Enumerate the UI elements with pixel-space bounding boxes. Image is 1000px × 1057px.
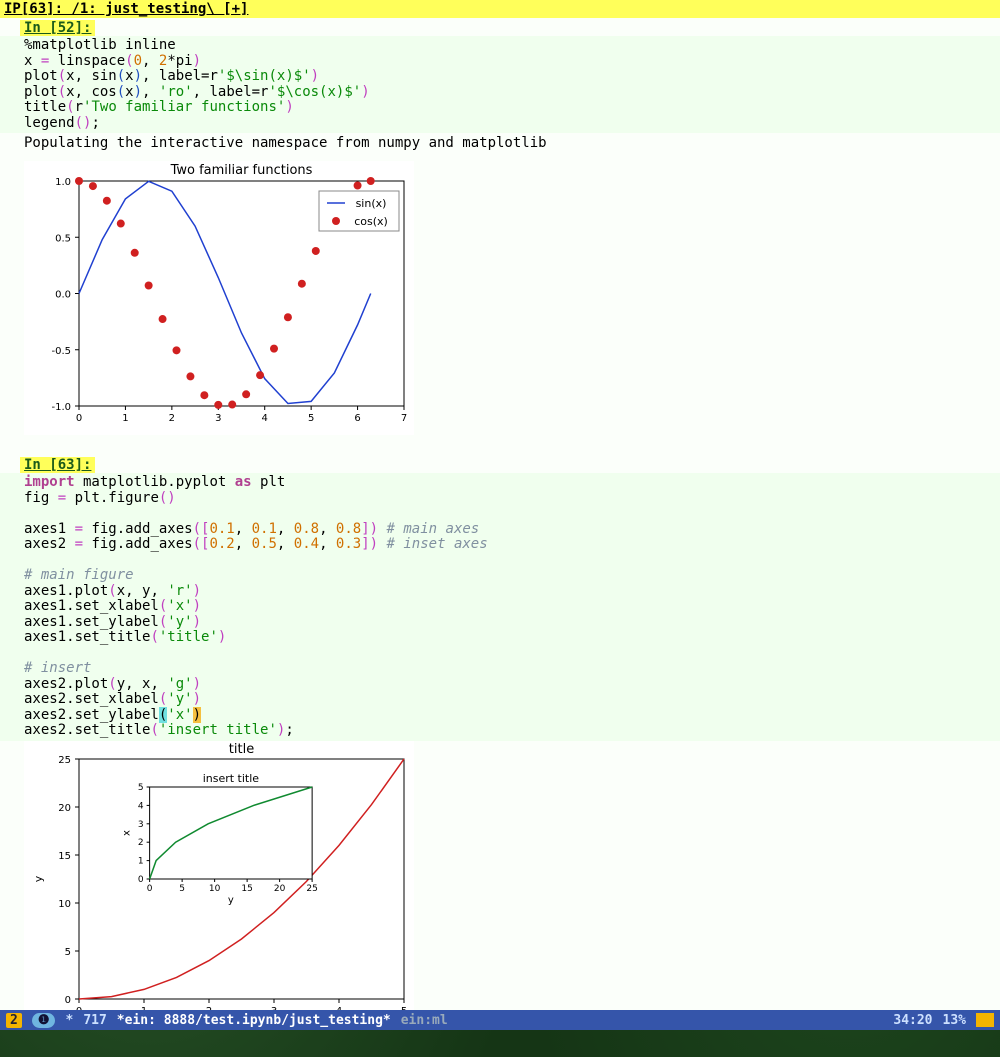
status-cursor-pos: 34:20 xyxy=(893,1013,932,1028)
statusbar: 2 ❶ * 717 *ein: 8888/test.ipynb/just_tes… xyxy=(0,1010,1000,1030)
svg-text:4: 4 xyxy=(138,801,144,811)
svg-text:0: 0 xyxy=(76,413,82,424)
status-badge-1: 2 xyxy=(6,1013,22,1028)
titlebar: IP[63]: /1: just_testing\ [+] xyxy=(0,0,1000,18)
status-percent: 13% xyxy=(943,1013,966,1028)
svg-text:7: 7 xyxy=(401,413,407,424)
svg-text:3: 3 xyxy=(215,413,221,424)
svg-text:y: y xyxy=(32,875,45,882)
svg-text:3: 3 xyxy=(138,819,144,829)
svg-text:5: 5 xyxy=(65,947,71,958)
svg-text:insert title: insert title xyxy=(203,772,260,785)
svg-text:20: 20 xyxy=(274,884,286,894)
svg-text:Two familiar functions: Two familiar functions xyxy=(170,163,313,178)
svg-text:0: 0 xyxy=(65,995,71,1006)
plot-output-2: 0123450510152025titlexy0510152025012345i… xyxy=(24,741,414,1011)
svg-text:4: 4 xyxy=(262,413,268,424)
status-buffer-name: *ein: 8888/test.ipynb/just_testing* xyxy=(117,1013,391,1028)
svg-text:15: 15 xyxy=(241,884,252,894)
svg-text:cos(x): cos(x) xyxy=(354,215,388,228)
svg-text:2: 2 xyxy=(169,413,175,424)
svg-text:1: 1 xyxy=(138,856,144,866)
svg-text:title: title xyxy=(229,742,254,757)
svg-text:0.0: 0.0 xyxy=(55,290,71,301)
status-mode: ein:ml xyxy=(401,1013,448,1028)
plot-output-1: 0 1 2 3 4 5 6 7 -1.0 -0.5 0.0 0.5 1.0 Two familiar fu… xyxy=(24,161,414,435)
cell-prompt-1: In [52]: xyxy=(20,20,95,36)
status-end-block xyxy=(976,1013,994,1027)
svg-text:5: 5 xyxy=(138,783,144,793)
svg-text:0: 0 xyxy=(147,884,153,894)
cell-code-2[interactable]: import matplotlib.pyplot as plt fig = pl… xyxy=(0,473,1000,741)
svg-text:20: 20 xyxy=(58,803,71,814)
svg-text:25: 25 xyxy=(58,755,71,766)
status-badge-2: ❶ xyxy=(32,1013,56,1028)
svg-text:25: 25 xyxy=(306,884,317,894)
svg-text:sin(x): sin(x) xyxy=(356,197,387,210)
chart-title-with-inset: 0123450510152025titlexy0510152025012345i… xyxy=(24,741,414,1011)
svg-text:10: 10 xyxy=(58,899,71,910)
svg-text:y: y xyxy=(228,895,234,906)
cell-prompt-2: In [63]: xyxy=(20,457,95,473)
status-modified-icon: * xyxy=(65,1013,73,1028)
svg-text:5: 5 xyxy=(308,413,314,424)
cell-output-1: Populating the interactive namespace fro… xyxy=(0,133,1000,153)
status-linecount: 717 xyxy=(83,1013,106,1028)
svg-text:1: 1 xyxy=(122,413,128,424)
svg-text:2: 2 xyxy=(138,838,144,848)
svg-text:0: 0 xyxy=(138,875,144,885)
svg-text:1.0: 1.0 xyxy=(55,177,71,188)
svg-text:6: 6 xyxy=(354,413,360,424)
svg-text:10: 10 xyxy=(209,884,221,894)
svg-text:x: x xyxy=(122,829,133,835)
svg-text:5: 5 xyxy=(179,884,185,894)
notebook-content[interactable]: In [52]: %matplotlib inline x = linspace… xyxy=(0,18,1000,1010)
svg-text:-1.0: -1.0 xyxy=(51,402,71,413)
svg-text:-0.5: -0.5 xyxy=(51,346,71,357)
svg-text:0.5: 0.5 xyxy=(55,233,71,244)
cell-code-1[interactable]: %matplotlib inline x = linspace(0, 2*pi)… xyxy=(0,36,1000,133)
editor-window: IP[63]: /1: just_testing\ [+] In [52]: %… xyxy=(0,0,1000,1010)
chart-two-familiar-functions: 0 1 2 3 4 5 6 7 -1.0 -0.5 0.0 0.5 1.0 Two familiar fu… xyxy=(24,161,414,431)
titlebar-text: IP[63]: /1: just_testing\ [+] xyxy=(4,1,248,17)
svg-text:15: 15 xyxy=(58,851,71,862)
